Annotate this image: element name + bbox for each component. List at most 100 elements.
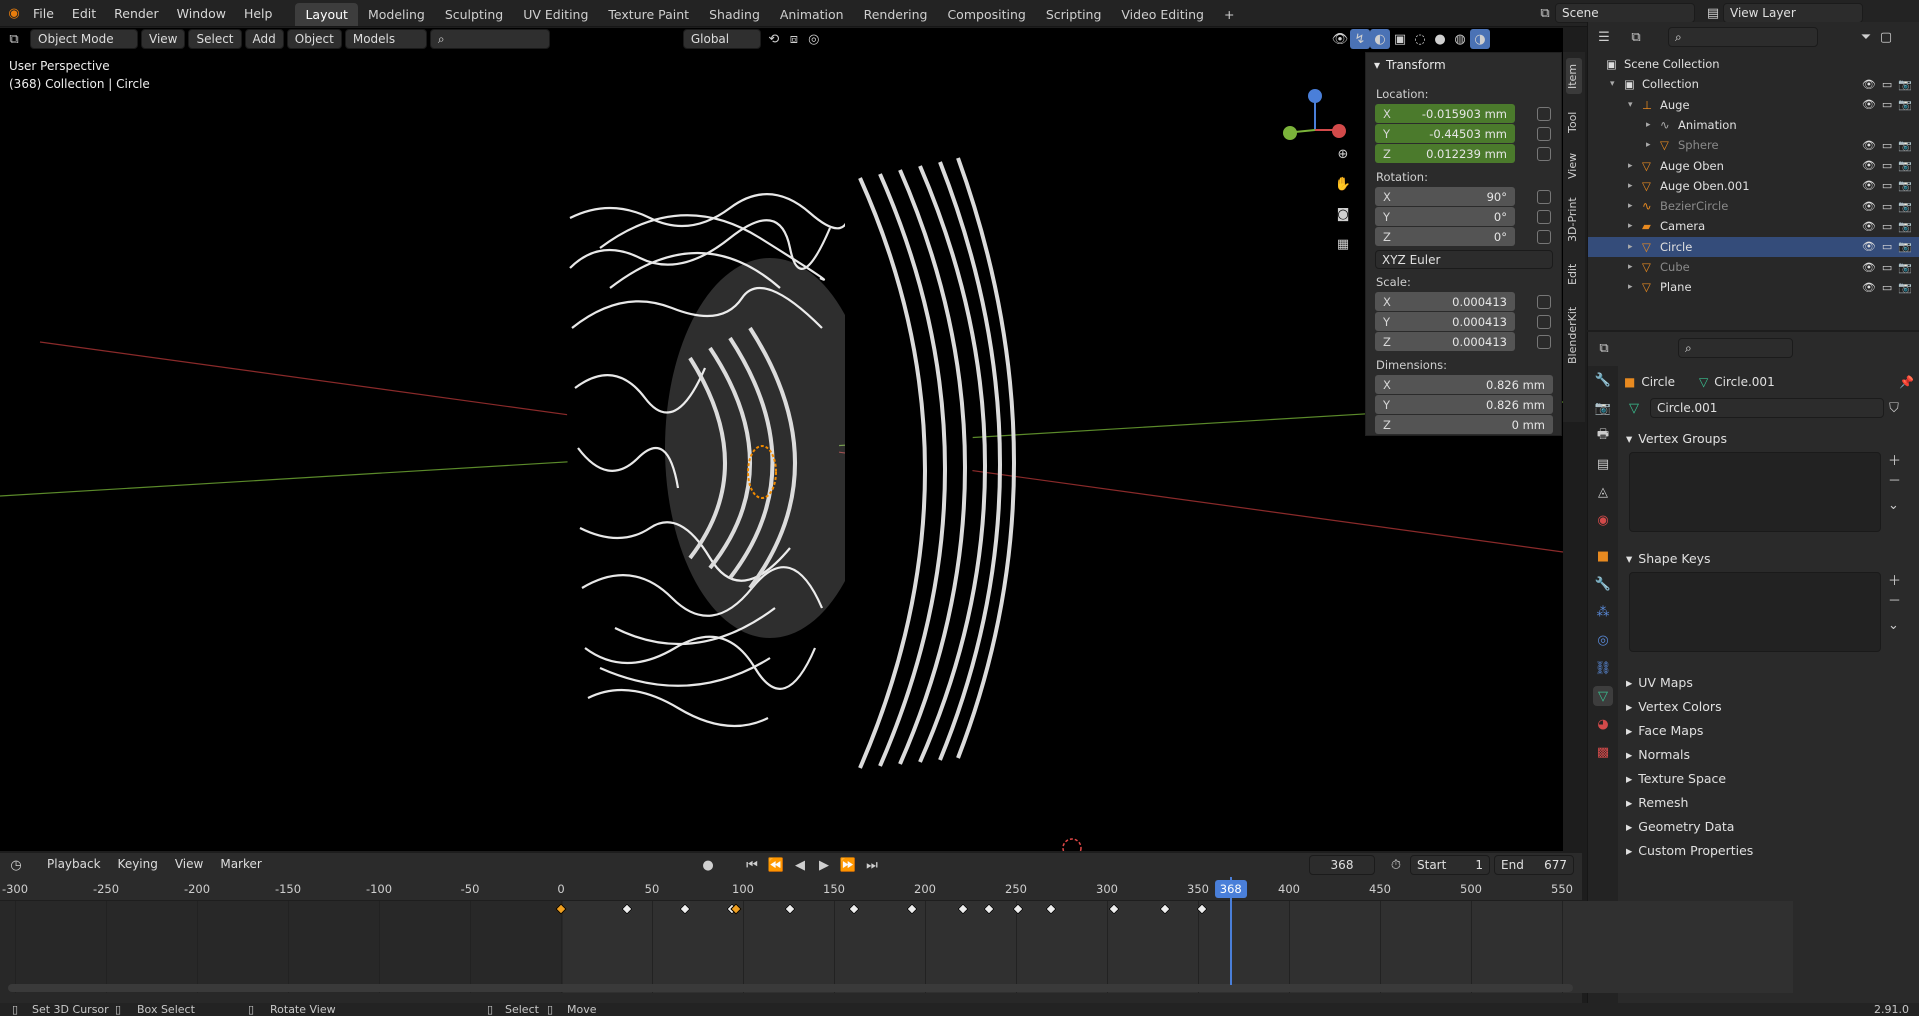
outliner-row[interactable]: ▸ ▽ Plane 👁 ▭ 📷 — [1588, 277, 1919, 297]
vertex-colors-header[interactable]: ▸ Vertex Colors — [1618, 694, 1919, 718]
outliner-row[interactable]: ▸ ▽ Sphere 👁 ▭ 📷 — [1588, 135, 1919, 155]
texture-space-header[interactable]: ▸ Texture Space — [1618, 766, 1919, 790]
new-collection-icon[interactable]: ▢ — [1876, 27, 1896, 47]
disclosure-arrow-icon[interactable]: ▸ — [1646, 120, 1651, 130]
editor-type-icon[interactable]: ◷ — [6, 855, 26, 875]
fake-user-shield-icon[interactable]: ⛉ — [1884, 398, 1904, 418]
scale-y-field[interactable]: Y 0.000413 — [1375, 312, 1515, 331]
monitor-icon[interactable]: ▭ — [1882, 220, 1892, 233]
dimensions-x-field[interactable]: X 0.826 mm — [1375, 375, 1553, 394]
camera-icon[interactable]: 📷 — [1898, 159, 1912, 172]
menu-help[interactable]: Help — [235, 0, 282, 27]
proportional-edit-icon[interactable]: ◎ — [804, 29, 824, 49]
tab-sculpting[interactable]: Sculpting — [435, 3, 513, 26]
tab-layout[interactable]: Layout — [295, 2, 358, 26]
filter-icon[interactable]: ⏷ — [1856, 27, 1876, 47]
display-mode-icon[interactable]: ⧉ — [1626, 27, 1646, 47]
menu-playback[interactable]: Playback — [40, 855, 108, 875]
shape-keys-header[interactable]: ▾ Shape Keys — [1618, 546, 1919, 570]
start-frame-field[interactable]: Start 1 — [1410, 855, 1490, 875]
camera-icon[interactable]: 📷 — [1898, 78, 1912, 91]
tab-video-editing[interactable]: Video Editing — [1111, 3, 1214, 26]
scale-z-field[interactable]: Z 0.000413 — [1375, 332, 1515, 351]
eye-icon[interactable]: 👁 — [1862, 220, 1876, 233]
view-layer-icon[interactable]: ▤ — [1593, 454, 1613, 474]
disclosure-arrow-icon[interactable]: ▸ — [1628, 262, 1633, 272]
pin-icon[interactable]: 📌 — [1899, 375, 1914, 389]
particles-icon[interactable]: ⁂ — [1593, 602, 1613, 622]
shading-wireframe-icon[interactable]: ◌ — [1410, 29, 1430, 49]
outliner-row[interactable]: ▸ ▽ Auge Oben 👁 ▭ 📷 — [1588, 156, 1919, 176]
pan-hand-icon[interactable]: ✋ — [1333, 174, 1353, 194]
menu-window[interactable]: Window — [168, 0, 235, 27]
face-maps-header[interactable]: ▸ Face Maps — [1618, 718, 1919, 742]
tab-compositing[interactable]: Compositing — [937, 3, 1035, 26]
camera-icon[interactable]: 📷 — [1898, 139, 1912, 152]
record-icon[interactable]: ● — [698, 855, 718, 875]
shape-keys-list[interactable] — [1629, 572, 1881, 652]
vertex-groups-header[interactable]: ▾ Vertex Groups — [1618, 426, 1919, 450]
mode-dropdown[interactable]: Object Mode — [30, 29, 138, 49]
menu-render[interactable]: Render — [105, 0, 168, 27]
monitor-icon[interactable]: ▭ — [1882, 78, 1892, 91]
camera-icon[interactable]: 📷 — [1898, 220, 1912, 233]
shading-rendered-icon[interactable]: ◑ — [1470, 29, 1490, 49]
eye-icon[interactable]: 👁 — [1862, 179, 1876, 192]
mesh-browse-icon[interactable]: ▽ — [1624, 398, 1644, 418]
monitor-icon[interactable]: ▭ — [1882, 159, 1892, 172]
end-frame-field[interactable]: End 677 — [1494, 855, 1574, 875]
gizmo-toggle-icon[interactable]: ↯ — [1350, 29, 1370, 49]
menu-arrow-icon[interactable]: ⌄ — [1888, 616, 1901, 636]
timeline-scrollbar[interactable] — [8, 984, 1573, 992]
lock-icon[interactable] — [1537, 335, 1551, 349]
vertex-groups-list[interactable] — [1629, 452, 1881, 532]
tab-shading[interactable]: Shading — [699, 3, 770, 26]
timeline-ruler[interactable]: -300 -250 -200 -150 -100 -50 0 50 100 150 200 250 30… — [0, 877, 1582, 901]
jump-start-icon[interactable]: ⏮ — [742, 855, 762, 875]
camera-view-icon[interactable]: ◙ — [1333, 204, 1353, 224]
ortho-grid-icon[interactable]: ▦ — [1333, 234, 1353, 254]
tab-modeling[interactable]: Modeling — [358, 3, 435, 26]
menu-select[interactable]: Select — [188, 29, 242, 49]
dimensions-z-field[interactable]: Z0 mm — [1375, 415, 1553, 434]
rotation-z-field[interactable]: Z 0° — [1375, 227, 1515, 246]
camera-icon[interactable]: 📷 — [1898, 179, 1912, 192]
tab-rendering[interactable]: Rendering — [854, 3, 938, 26]
stopwatch-icon[interactable]: ⏱ — [1386, 855, 1406, 875]
eye-icon[interactable]: 👁 — [1862, 200, 1876, 213]
disclosure-arrow-icon[interactable]: ▸ — [1628, 181, 1633, 191]
add-icon[interactable]: ＋ — [1888, 572, 1901, 592]
location-y-field[interactable]: Y -0.44503 mm — [1375, 124, 1515, 143]
monitor-icon[interactable]: ▭ — [1882, 98, 1892, 111]
camera-icon[interactable]: 📷 — [1898, 240, 1912, 253]
material-icon[interactable]: ◕ — [1593, 714, 1613, 734]
outliner-row[interactable]: ▸ ▰ Camera 👁 ▭ 📷 — [1588, 216, 1919, 236]
jump-end-icon[interactable]: ⏭ — [862, 855, 882, 875]
lock-icon[interactable] — [1537, 295, 1551, 309]
geometry-data-header[interactable]: ▸ Geometry Data — [1618, 814, 1919, 838]
play-reverse-icon[interactable]: ◀ — [790, 855, 810, 875]
eye-icon[interactable]: 👁 — [1862, 240, 1876, 253]
tab-uv-editing[interactable]: UV Editing — [513, 3, 598, 26]
mesh-data-icon[interactable]: ▽ — [1593, 686, 1613, 706]
monitor-icon[interactable]: ▭ — [1882, 261, 1892, 274]
navigation-gizmo[interactable] — [1275, 60, 1355, 150]
editor-type-icon[interactable]: ☰ — [1594, 27, 1614, 47]
camera-icon[interactable]: 📷 — [1898, 98, 1912, 111]
monitor-icon[interactable]: ▭ — [1882, 281, 1892, 294]
lock-icon[interactable] — [1537, 147, 1551, 161]
lock-icon[interactable] — [1537, 210, 1551, 224]
scene-icon[interactable]: ◬ — [1593, 482, 1613, 502]
shading-material-icon[interactable]: ◍ — [1450, 29, 1470, 49]
outliner-row[interactable]: ▾ ⊥ Auge 👁 ▭ 📷 — [1588, 95, 1919, 115]
pivot-icon[interactable]: ⟲ — [764, 29, 784, 49]
dimensions-y-field[interactable]: Y 0.826 mm — [1375, 395, 1553, 414]
lock-icon[interactable] — [1537, 107, 1551, 121]
orientation-dropdown[interactable]: Global — [682, 29, 761, 49]
current-frame-field[interactable]: 368 — [1309, 855, 1375, 875]
mesh-name-field[interactable]: Circle.001 — [1650, 398, 1884, 418]
location-z-field[interactable]: Z 0.012239 mm — [1375, 144, 1515, 163]
playhead-frame-label[interactable]: 368 — [1214, 880, 1247, 898]
lock-icon[interactable] — [1537, 127, 1551, 141]
snap-icon[interactable]: ⧈ — [784, 29, 804, 49]
